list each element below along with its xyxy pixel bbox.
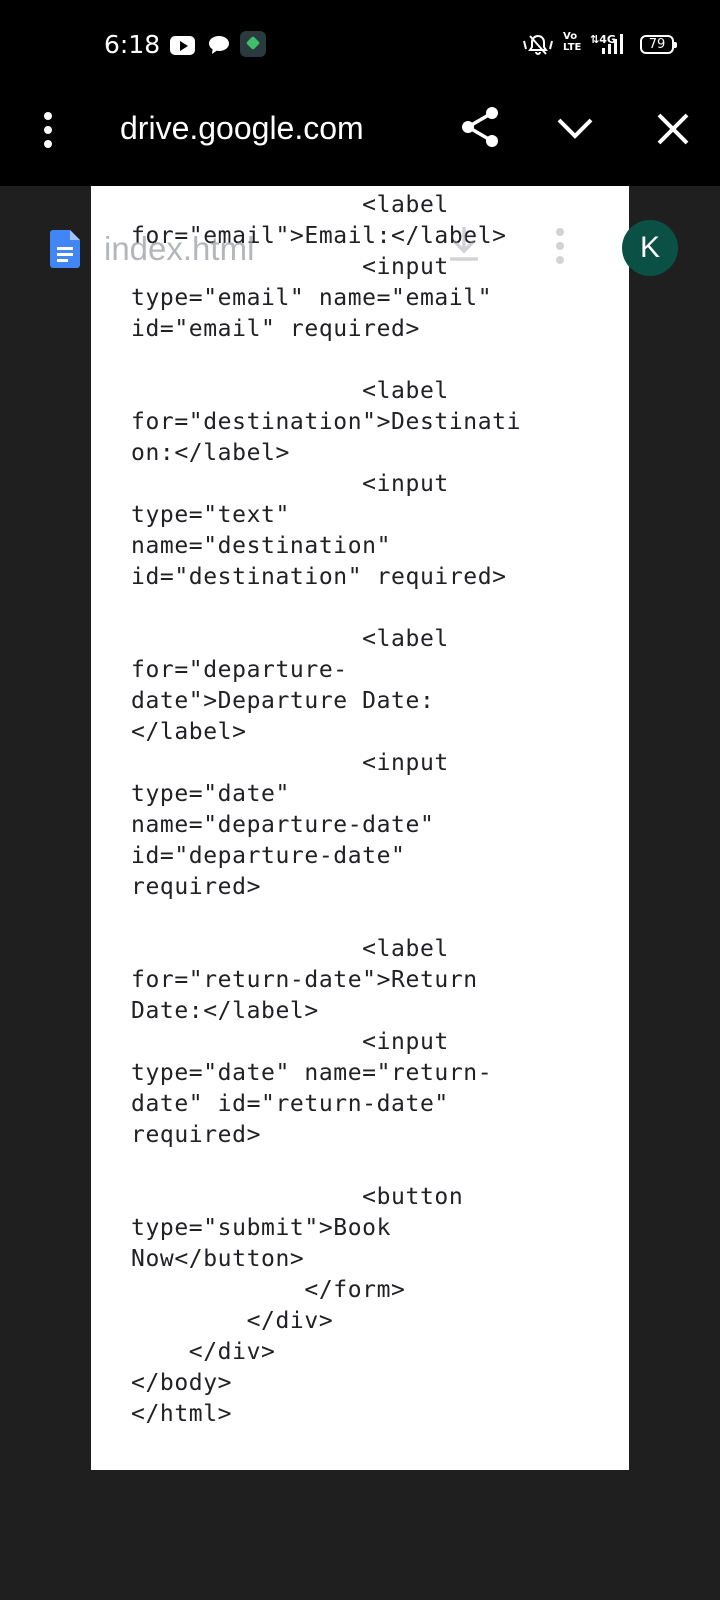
code-line: <input [131,1029,449,1055]
status-bar: 6:18 Vo LTE ⇅4G 79 [0,0,720,88]
battery-icon: 79 [640,35,677,54]
code-line: on:</label> [131,440,290,466]
code-line: <label [131,936,449,962]
collapse-button[interactable] [552,106,598,152]
document-title: index.html [104,230,255,267]
code-line: id="email" required> [131,316,420,342]
code-line: date">Departure Date: [131,688,435,714]
code-line: type="date" [131,781,290,807]
google-docs-icon [50,230,80,273]
chat-notification-icon [207,34,231,61]
more-options-button[interactable] [30,110,66,150]
code-line: <input [131,471,449,497]
chevron-down-icon [557,118,593,139]
status-time: 6:18 [104,30,161,59]
youtube-notification-icon [170,36,195,55]
volte-icon: Vo LTE [563,31,582,53]
code-line: name="destination" [131,533,392,559]
code-line: </div> [131,1339,276,1365]
code-line: name="departure-date" [131,812,435,838]
code-line: required> [131,1122,262,1148]
code-line: <button [131,1184,464,1210]
signal-4g-icon: ⇅4G [590,32,628,61]
more-vert-icon [556,228,564,264]
url-text[interactable]: drive.google.com [120,110,364,147]
code-line: type="submit">Book [131,1215,392,1241]
code-line: type="date" name="return- [131,1060,493,1086]
code-line: for="departure- [131,657,348,683]
code-line: </div> [131,1308,334,1334]
code-line: </label> [131,719,247,745]
share-button[interactable] [458,104,504,150]
account-avatar[interactable]: K [622,220,678,276]
code-line: required> [131,874,262,900]
code-line: id="departure-date" [131,843,406,869]
code-line: for="destination">Destinati [131,409,522,435]
document-page: <label for="email">Email:</label> <input t… [91,186,629,1470]
code-line: type="text" [131,502,290,528]
code-line: id="destination" required> [131,564,507,590]
code-line: Now</button> [131,1246,305,1272]
code-line: </form> [131,1277,406,1303]
close-icon [657,113,689,145]
document-more-button[interactable] [550,226,570,271]
app-notification-icon [240,31,266,57]
download-icon [450,227,478,261]
code-line: for="return-date">Return [131,967,478,993]
code-line: </html> [131,1401,233,1427]
code-line: Date:</label> [131,998,319,1024]
download-button[interactable] [446,224,482,269]
more-vert-icon [44,112,52,148]
code-line: date" id="return-date" [131,1091,449,1117]
code-line: </body> [131,1370,233,1396]
silent-mode-icon [522,33,554,62]
close-button[interactable] [650,106,696,152]
svg-text:⇅4G: ⇅4G [590,33,616,46]
share-icon [462,107,498,147]
code-line: <input [131,750,449,776]
code-line: <label [131,626,449,652]
browser-toolbar: drive.google.com [0,88,720,186]
code-content: <label for="email">Email:</label> <input t… [131,190,621,1430]
document-header: index.html K [0,210,720,290]
code-line: <label [131,378,449,404]
